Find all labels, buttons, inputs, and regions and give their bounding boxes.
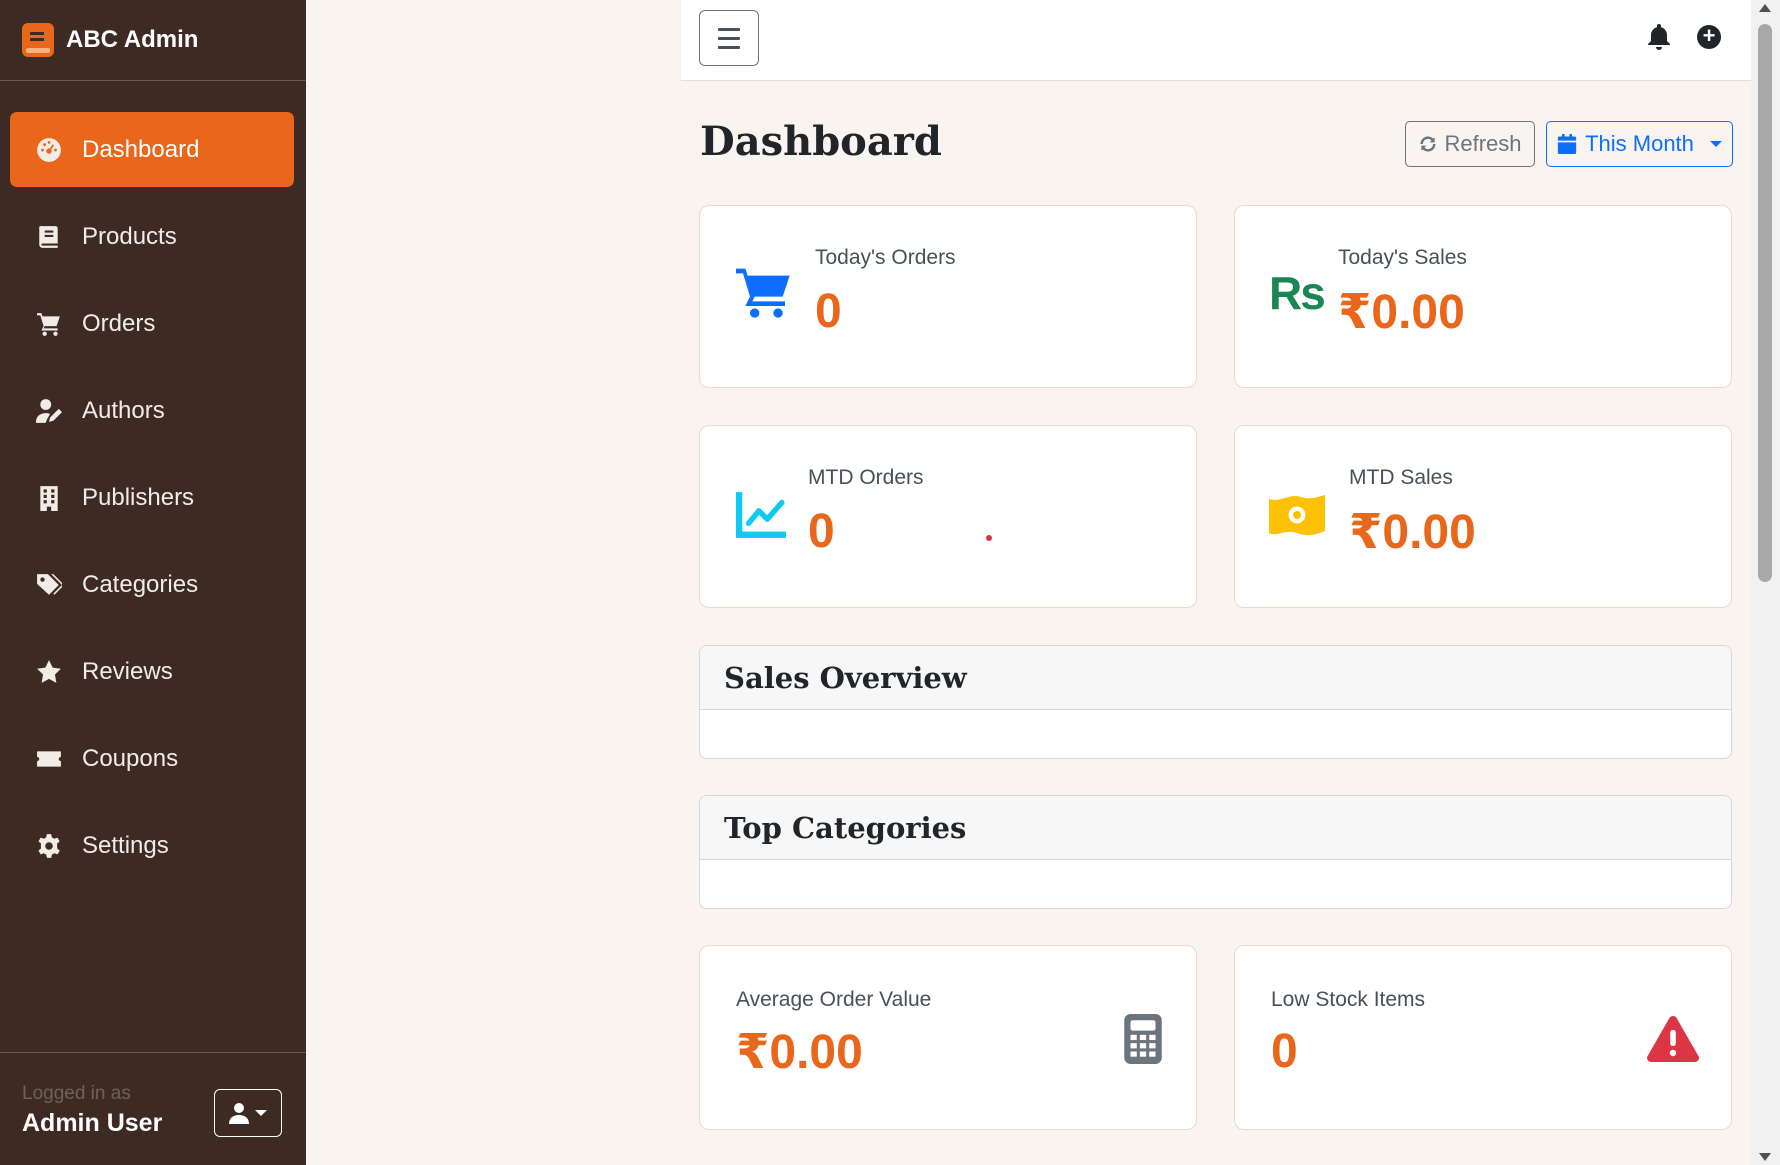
chart-line-icon (736, 492, 786, 538)
chevron-down-icon (1709, 141, 1722, 147)
stat-value: 0 (815, 285, 842, 338)
stat-label: Average Order Value (736, 988, 932, 1011)
scroll-up-arrow-icon[interactable] (1759, 4, 1771, 12)
sidebar-item-label: Orders (82, 309, 156, 337)
scroll-down-arrow-icon[interactable] (1759, 1153, 1771, 1161)
user-menu-button[interactable] (214, 1089, 282, 1137)
bell-icon[interactable] (1647, 24, 1671, 50)
star-icon (34, 657, 64, 687)
user-icon (229, 1103, 249, 1124)
brand[interactable]: ABC Admin (0, 0, 306, 81)
stat-label: Low Stock Items (1271, 988, 1426, 1011)
cart-icon (736, 268, 790, 318)
sidebar-item-label: Products (82, 222, 177, 250)
refresh-button[interactable]: Refresh (1405, 121, 1535, 167)
topbar: + (681, 0, 1751, 81)
user-pen-icon (34, 396, 64, 426)
stat-card-todays-orders: Today's Orders 0 (699, 205, 1197, 388)
chevron-down-icon (255, 1110, 267, 1116)
sidebar: ABC Admin Dashboard Products Orders Auth… (0, 0, 306, 1165)
book-logo-icon (22, 23, 54, 57)
menu-toggle-button[interactable] (699, 10, 759, 66)
gear-icon (34, 831, 64, 861)
stat-card-low-stock: Low Stock Items 0 (1234, 945, 1732, 1130)
tags-icon (34, 570, 64, 600)
sidebar-item-dashboard[interactable]: Dashboard (10, 112, 294, 187)
building-icon (34, 483, 64, 513)
stat-value: 0 (1271, 1025, 1298, 1078)
page-scrollbar[interactable] (1751, 0, 1780, 1165)
stat-value: 0 (808, 505, 835, 558)
sidebar-nav: Dashboard Products Orders Authors Publis… (10, 112, 294, 895)
sidebar-item-products[interactable]: Products (10, 199, 294, 274)
stat-label: MTD Sales (1349, 466, 1453, 489)
rupee-icon: Rs (1269, 267, 1326, 319)
sidebar-item-coupons[interactable]: Coupons (10, 721, 294, 796)
plus-circle-icon[interactable]: + (1697, 25, 1721, 49)
hamburger-icon (718, 27, 740, 31)
page-title: Dashboard (700, 118, 942, 165)
scrollbar-thumb[interactable] (1758, 24, 1772, 582)
calculator-icon (1124, 1014, 1162, 1064)
calendar-icon (1557, 134, 1577, 154)
ticket-icon (34, 744, 64, 774)
stat-card-todays-sales: Rs Today's Sales ₹0.00 (1234, 205, 1732, 388)
sidebar-item-label: Dashboard (82, 135, 200, 163)
sidebar-item-authors[interactable]: Authors (10, 373, 294, 448)
indicator-dot (986, 535, 992, 541)
sidebar-item-orders[interactable]: Orders (10, 286, 294, 361)
sidebar-item-label: Settings (82, 831, 169, 859)
sidebar-item-reviews[interactable]: Reviews (10, 634, 294, 709)
sidebar-footer: Logged in as Admin User (0, 1052, 306, 1165)
sidebar-item-settings[interactable]: Settings (10, 808, 294, 883)
money-bill-icon (1269, 495, 1325, 536)
top-categories-card: Top Categories (699, 795, 1732, 909)
sidebar-item-label: Categories (82, 570, 199, 598)
cart-icon (34, 309, 64, 339)
stat-label: Today's Sales (1338, 246, 1467, 269)
period-label: This Month (1585, 131, 1694, 156)
sidebar-item-label: Coupons (82, 744, 179, 772)
stat-value: ₹0.00 (1338, 286, 1465, 339)
period-dropdown[interactable]: This Month (1546, 121, 1733, 167)
refresh-label: Refresh (1444, 131, 1522, 156)
section-title: Sales Overview (700, 646, 1731, 710)
sidebar-item-publishers[interactable]: Publishers (10, 460, 294, 535)
sidebar-item-label: Authors (82, 396, 165, 424)
sidebar-item-label: Reviews (82, 657, 173, 685)
sidebar-item-categories[interactable]: Categories (10, 547, 294, 622)
stat-value: ₹0.00 (736, 1026, 863, 1079)
brand-name: ABC Admin (66, 26, 199, 53)
sidebar-item-label: Publishers (82, 483, 195, 511)
sales-overview-card: Sales Overview (699, 645, 1732, 759)
stat-label: Today's Orders (815, 246, 956, 269)
book-icon (34, 222, 64, 252)
refresh-icon (1420, 136, 1436, 152)
gauge-icon (34, 135, 64, 165)
section-title: Top Categories (700, 796, 1731, 860)
stat-label: MTD Orders (808, 466, 924, 489)
stat-value: ₹0.00 (1349, 506, 1476, 559)
stat-card-mtd-orders: MTD Orders 0 (699, 425, 1197, 608)
warning-icon (1647, 1016, 1699, 1062)
stat-card-avg-order-value: Average Order Value ₹0.00 (699, 945, 1197, 1130)
stat-card-mtd-sales: MTD Sales ₹0.00 (1234, 425, 1732, 608)
